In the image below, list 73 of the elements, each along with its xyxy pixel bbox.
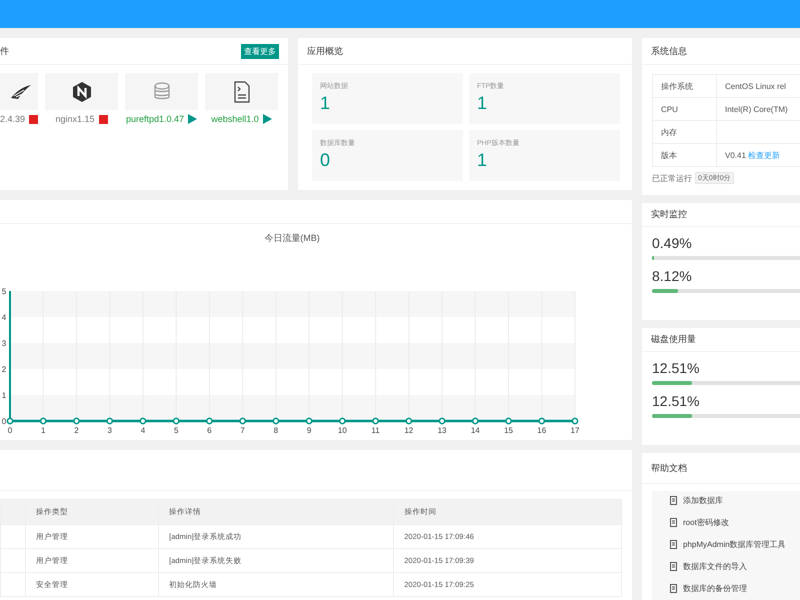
info-value: CentOS Linux rel	[725, 82, 786, 90]
feather-icon	[10, 84, 32, 100]
y-tick-label: 3	[2, 339, 6, 348]
x-tick-label: 1	[41, 426, 46, 435]
x-tick-label: 3	[107, 426, 112, 435]
software-name: 2.4.39	[0, 114, 25, 124]
software-tile[interactable]	[205, 73, 278, 110]
stop-icon[interactable]	[98, 114, 108, 124]
database-icon	[152, 82, 170, 102]
stop-icon[interactable]	[29, 114, 38, 124]
software-tile[interactable]	[45, 73, 118, 110]
x-tick-label: 7	[240, 426, 245, 435]
document-icon	[670, 584, 677, 593]
y-tick-label: 0	[2, 417, 6, 426]
y-tick-label: 1	[2, 391, 6, 400]
software-name: nginx1.15	[55, 114, 95, 124]
x-tick-label: 16	[537, 426, 546, 435]
y-tick-label: 2	[2, 365, 6, 374]
x-tick-label: 17	[570, 426, 580, 435]
view-more-button[interactable]: 查看更多	[241, 44, 279, 58]
document-icon	[670, 496, 677, 505]
card-title: 帮助文档	[651, 462, 687, 474]
x-tick-label: 12	[404, 426, 414, 435]
info-label: 内存	[652, 120, 716, 144]
y-tick-label: 4	[2, 313, 6, 322]
document-icon	[670, 518, 677, 527]
document-icon	[670, 540, 677, 549]
x-tick-label: 10	[338, 426, 347, 435]
meter-reading: 12.51%	[652, 360, 700, 376]
y-tick-label: 5	[2, 287, 6, 296]
hexagon-logo-icon	[72, 80, 92, 102]
info-value: V0.41	[725, 150, 746, 160]
stat-value: 1	[477, 93, 488, 114]
info-label: 版本	[652, 144, 716, 166]
x-tick-label: 5	[174, 426, 178, 435]
x-tick-label: 8	[274, 426, 278, 435]
info-label: CPU	[652, 98, 716, 120]
help-link[interactable]: root密码修改	[683, 517, 729, 528]
meter-reading: 0.49%	[652, 235, 693, 251]
document-icon	[670, 562, 677, 571]
info-value: Intel(R) Core(TM)	[725, 104, 788, 114]
help-link[interactable]: 数据库文件的导入	[683, 561, 747, 572]
x-tick-label: 11	[371, 426, 380, 435]
x-tick-label: 15	[504, 426, 513, 435]
card-title: 应用概览	[307, 44, 343, 58]
play-icon[interactable]	[262, 114, 272, 124]
meter-reading: 12.51%	[652, 393, 700, 409]
info-label: 操作系统	[652, 74, 716, 98]
x-tick-label: 13	[438, 426, 446, 435]
document-icon	[232, 80, 250, 102]
stat-value: 1	[320, 93, 332, 114]
x-tick-label: 6	[207, 426, 212, 435]
card-title: 磁盘使用量	[651, 333, 696, 346]
software-name: webshell1.0	[211, 114, 259, 124]
software-tile[interactable]	[125, 73, 198, 110]
stat-value: 1	[477, 150, 488, 171]
help-link[interactable]: 数据库的备份管理	[683, 583, 747, 594]
x-tick-label: 14	[470, 426, 480, 435]
help-link[interactable]: phpMyAdmin数据库管理工具	[683, 539, 786, 550]
meter-reading: 8.12%	[652, 268, 693, 284]
x-tick-label: 0	[8, 426, 12, 435]
help-link[interactable]: 添加数据库	[683, 495, 723, 506]
play-icon[interactable]	[188, 114, 198, 124]
x-tick-label: 4	[140, 426, 146, 435]
x-tick-label: 2	[74, 426, 79, 435]
software-name: pureftpd1.0.47	[126, 114, 184, 124]
uptime-label: 已正常运行	[652, 172, 692, 184]
x-tick-label: 9	[306, 426, 312, 435]
card-title: 实时监控	[651, 208, 687, 221]
card-title: 系统信息	[651, 44, 687, 58]
chart-title: 今日流量(MB)	[264, 233, 320, 243]
card-title: 件	[0, 44, 9, 58]
stat-value: 0	[320, 150, 332, 171]
